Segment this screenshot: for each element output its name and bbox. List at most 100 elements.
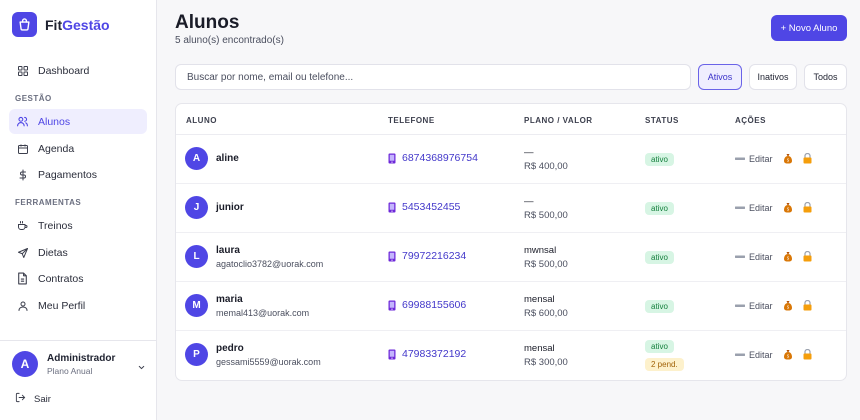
plan-value: R$ 600,00 <box>524 308 568 319</box>
avatar: A <box>185 147 208 170</box>
sidebar-item-treinos[interactable]: Treinos <box>9 213 147 238</box>
section-label-ferramentas: FERRAMENTAS <box>15 198 82 207</box>
grid-icon <box>16 64 29 77</box>
avatar: M <box>185 294 208 317</box>
edit-button[interactable]: Editar <box>735 154 773 164</box>
search-input[interactable] <box>175 64 691 90</box>
row-actions: Editar $ <box>735 251 812 262</box>
table-row: J junior 5453452455 — R$ 500,00 ativo Ed… <box>176 184 846 233</box>
student-name: aline <box>216 153 239 164</box>
plan-name: mensal <box>524 343 555 354</box>
avatar: P <box>185 343 208 366</box>
column-header-telefone: TELEFONE <box>388 116 435 125</box>
phone-icon <box>388 202 396 213</box>
filter-inativos-button[interactable]: Inativos <box>749 64 797 90</box>
brand-name: FitGestão <box>45 16 110 33</box>
user-plan: Plano Anual <box>47 365 93 376</box>
money-bag-icon[interactable]: $ <box>783 349 793 360</box>
money-bag-icon[interactable]: $ <box>783 202 793 213</box>
logout-icon <box>15 392 26 406</box>
avatar: L <box>185 245 208 268</box>
row-actions: Editar $ <box>735 202 812 213</box>
brand[interactable]: FitGestão <box>12 12 110 37</box>
sidebar-item-meu-perfil[interactable]: Meu Perfil <box>9 293 147 318</box>
phone-link[interactable]: 47983372192 <box>388 348 466 360</box>
basket-logo-icon <box>12 12 37 37</box>
sidebar-item-agenda[interactable]: Agenda <box>9 136 147 161</box>
plan-value: R$ 400,00 <box>524 161 568 172</box>
column-header-status: STATUS <box>645 116 679 125</box>
logout-label: Sair <box>34 393 51 405</box>
avatar: A <box>12 351 38 377</box>
status-badge: ativo <box>645 202 674 215</box>
row-actions: Editar $ <box>735 153 812 164</box>
edit-button[interactable]: Editar <box>735 203 773 213</box>
pencil-icon <box>735 205 745 211</box>
sidebar-item-label: Alunos <box>38 115 71 128</box>
students-table: ALUNO TELEFONE PLANO / VALOR STATUS AÇÕE… <box>175 103 847 381</box>
lock-icon[interactable] <box>803 349 812 360</box>
table-row: A aline 6874368976754 — R$ 400,00 ativo … <box>176 135 846 184</box>
sidebar-item-label: Pagamentos <box>38 168 97 181</box>
sidebar-divider <box>0 340 156 341</box>
section-label-gestao: GESTÃO <box>15 94 52 103</box>
student-email: gessami5559@uorak.com <box>216 357 321 367</box>
plan-name: mensal <box>524 294 555 305</box>
column-header-acoes: AÇÕES <box>735 116 766 125</box>
lock-icon[interactable] <box>803 300 812 311</box>
phone-icon <box>388 300 396 311</box>
edit-button[interactable]: Editar <box>735 252 773 262</box>
status-badge: ativo <box>645 153 674 166</box>
money-bag-icon[interactable]: $ <box>783 153 793 164</box>
student-name: pedro <box>216 343 244 354</box>
pending-badge: 2 pend. <box>645 358 684 371</box>
user-name: Administrador <box>47 352 116 364</box>
lock-icon[interactable] <box>803 202 812 213</box>
sidebar-item-label: Dietas <box>38 246 68 259</box>
money-bag-icon[interactable]: $ <box>783 251 793 262</box>
student-email: agatoclio3782@uorak.com <box>216 259 324 269</box>
table-row: L laura agatoclio3782@uorak.com 79972216… <box>176 233 846 282</box>
chevron-down-icon[interactable] <box>137 359 146 377</box>
lock-icon[interactable] <box>803 251 812 262</box>
phone-link[interactable]: 69988155606 <box>388 299 466 311</box>
filter-todos-button[interactable]: Todos <box>804 64 847 90</box>
phone-icon <box>388 251 396 262</box>
new-student-button[interactable]: + Novo Aluno <box>771 15 847 41</box>
status-badge: ativo <box>645 300 674 313</box>
pencil-icon <box>735 352 745 358</box>
student-email: memal413@uorak.com <box>216 308 310 318</box>
sidebar-item-alunos[interactable]: Alunos <box>9 109 147 134</box>
users-icon <box>16 115 29 128</box>
phone-link[interactable]: 5453452455 <box>388 201 460 213</box>
edit-button[interactable]: Editar <box>735 301 773 311</box>
sidebar-item-dashboard[interactable]: Dashboard <box>9 58 147 83</box>
status-badge: ativo <box>645 251 674 264</box>
student-name: junior <box>216 202 244 213</box>
avatar: J <box>185 196 208 219</box>
sidebar: FitGestão Dashboard GESTÃO Alunos Agenda… <box>0 0 157 420</box>
phone-icon <box>388 349 396 360</box>
money-bag-icon[interactable]: $ <box>783 300 793 311</box>
status-badge: ativo <box>645 340 674 353</box>
sidebar-item-label: Meu Perfil <box>38 299 86 312</box>
sidebar-item-contratos[interactable]: Contratos <box>9 266 147 291</box>
table-row: P pedro gessami5559@uorak.com 4798337219… <box>176 331 846 380</box>
lock-icon[interactable] <box>803 153 812 164</box>
pencil-icon <box>735 156 745 162</box>
sidebar-item-label: Dashboard <box>38 64 90 77</box>
sidebar-item-dietas[interactable]: Dietas <box>9 240 147 265</box>
result-count: 5 aluno(s) encontrado(s) <box>175 35 284 46</box>
phone-link[interactable]: 79972216234 <box>388 250 466 262</box>
pencil-icon <box>735 303 745 309</box>
user-menu[interactable]: A Administrador Plano Anual <box>12 350 148 378</box>
sidebar-item-pagamentos[interactable]: Pagamentos <box>9 162 147 187</box>
filter-ativos-button[interactable]: Ativos <box>698 64 742 90</box>
plan-name: — <box>524 147 534 158</box>
calendar-icon <box>16 142 29 155</box>
logout-button[interactable]: Sair <box>15 392 51 406</box>
phone-link[interactable]: 6874368976754 <box>388 152 478 164</box>
edit-button[interactable]: Editar <box>735 350 773 360</box>
table-row: M maria memal413@uorak.com 69988155606 m… <box>176 282 846 331</box>
sidebar-item-label: Agenda <box>38 142 75 155</box>
